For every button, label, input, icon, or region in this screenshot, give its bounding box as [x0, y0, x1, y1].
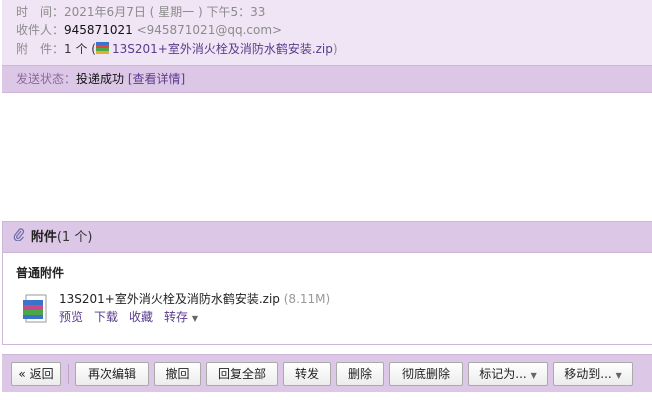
attachment-count: 1 个 ( [64, 42, 96, 56]
status-value: 投递成功 [76, 72, 125, 86]
zip-file-icon[interactable] [22, 294, 48, 324]
time-value: 2021年6月7日 ( 星期一 ) 下午5：33 [64, 5, 266, 19]
attachment-file-link[interactable]: 13S201+室外消火栓及消防水鹤安装.zip [112, 42, 333, 56]
delete-permanently-button[interactable]: 彻底删除 [389, 362, 463, 386]
recipient-name[interactable]: 945871021 [64, 23, 133, 37]
file-actions: 预览 下载 收藏 转存 ▼ [59, 308, 209, 325]
status-label: 发送状态： [16, 72, 77, 86]
preview-link[interactable]: 预览 [59, 310, 83, 324]
view-details-link[interactable]: [查看详情] [128, 72, 185, 86]
caret-down-icon: ▼ [530, 371, 537, 380]
zip-file-icon [95, 42, 109, 54]
mark-as-dropdown[interactable]: 标记为... ▼ [468, 362, 548, 386]
forward-button[interactable]: 转发 [283, 362, 331, 386]
recall-button[interactable]: 撤回 [154, 362, 201, 386]
recipient-email[interactable]: <945871021@qq.com> [137, 23, 283, 37]
recipient-label: 收件人： [16, 23, 65, 37]
recipient-row: 收件人：945871021 <945871021@qq.com> [16, 21, 282, 39]
mark-as-label: 标记为... [479, 367, 527, 381]
send-status-bar: 发送状态：投递成功 [查看详情] [2, 65, 652, 93]
toolbar-divider [68, 364, 69, 384]
time-label: 时 间： [16, 5, 65, 19]
caret-down-icon: ▼ [615, 371, 622, 380]
back-button[interactable]: « 返回 [11, 362, 61, 386]
move-to-label: 移动到... [564, 367, 612, 381]
paperclip-icon [13, 223, 27, 253]
attachment-row: 附 件：1 个 ( 13S201+室外消火栓及消防水鹤安装.zip) [16, 40, 338, 58]
delete-button[interactable]: 删除 [336, 362, 384, 386]
attachment-file-name: 13S201+室外消火栓及消防水鹤安装.zip (8.11M) [59, 290, 330, 307]
bottom-toolbar: « 返回 再次编辑 撤回 回复全部 转发 删除 彻底删除 标记为... ▼ 移动… [2, 354, 652, 392]
file-size: (8.11M) [283, 292, 331, 306]
attachment-label: 附 件： [16, 42, 65, 56]
attachments-panel: 附件(1 个) 普通附件 13S201+室外消火栓及消防水鹤安装.zip (8.… [2, 221, 652, 345]
attachments-header: 附件(1 个) [3, 222, 652, 253]
move-to-dropdown[interactable]: 移动到... ▼ [553, 362, 633, 386]
edit-again-button[interactable]: 再次编辑 [75, 362, 149, 386]
attachments-title: 附件 [30, 230, 57, 245]
normal-attachments-label: 普通附件 [16, 266, 65, 280]
time-row: 时 间：2021年6月7日 ( 星期一 ) 下午5：33 [16, 3, 265, 21]
save-to-label: 转存 [164, 310, 189, 324]
attachment-close: ) [332, 42, 338, 56]
file-name-text: 13S201+室外消火栓及消防水鹤安装.zip [59, 292, 280, 306]
download-link[interactable]: 下载 [94, 310, 118, 324]
favorite-link[interactable]: 收藏 [129, 310, 153, 324]
caret-down-icon: ▼ [191, 314, 199, 323]
reply-all-button[interactable]: 回复全部 [206, 362, 278, 386]
mail-header: 时 间：2021年6月7日 ( 星期一 ) 下午5：33 收件人：9458710… [2, 0, 652, 65]
save-to-link[interactable]: 转存 ▼ [164, 310, 198, 324]
attachments-count: (1 个) [56, 230, 93, 245]
